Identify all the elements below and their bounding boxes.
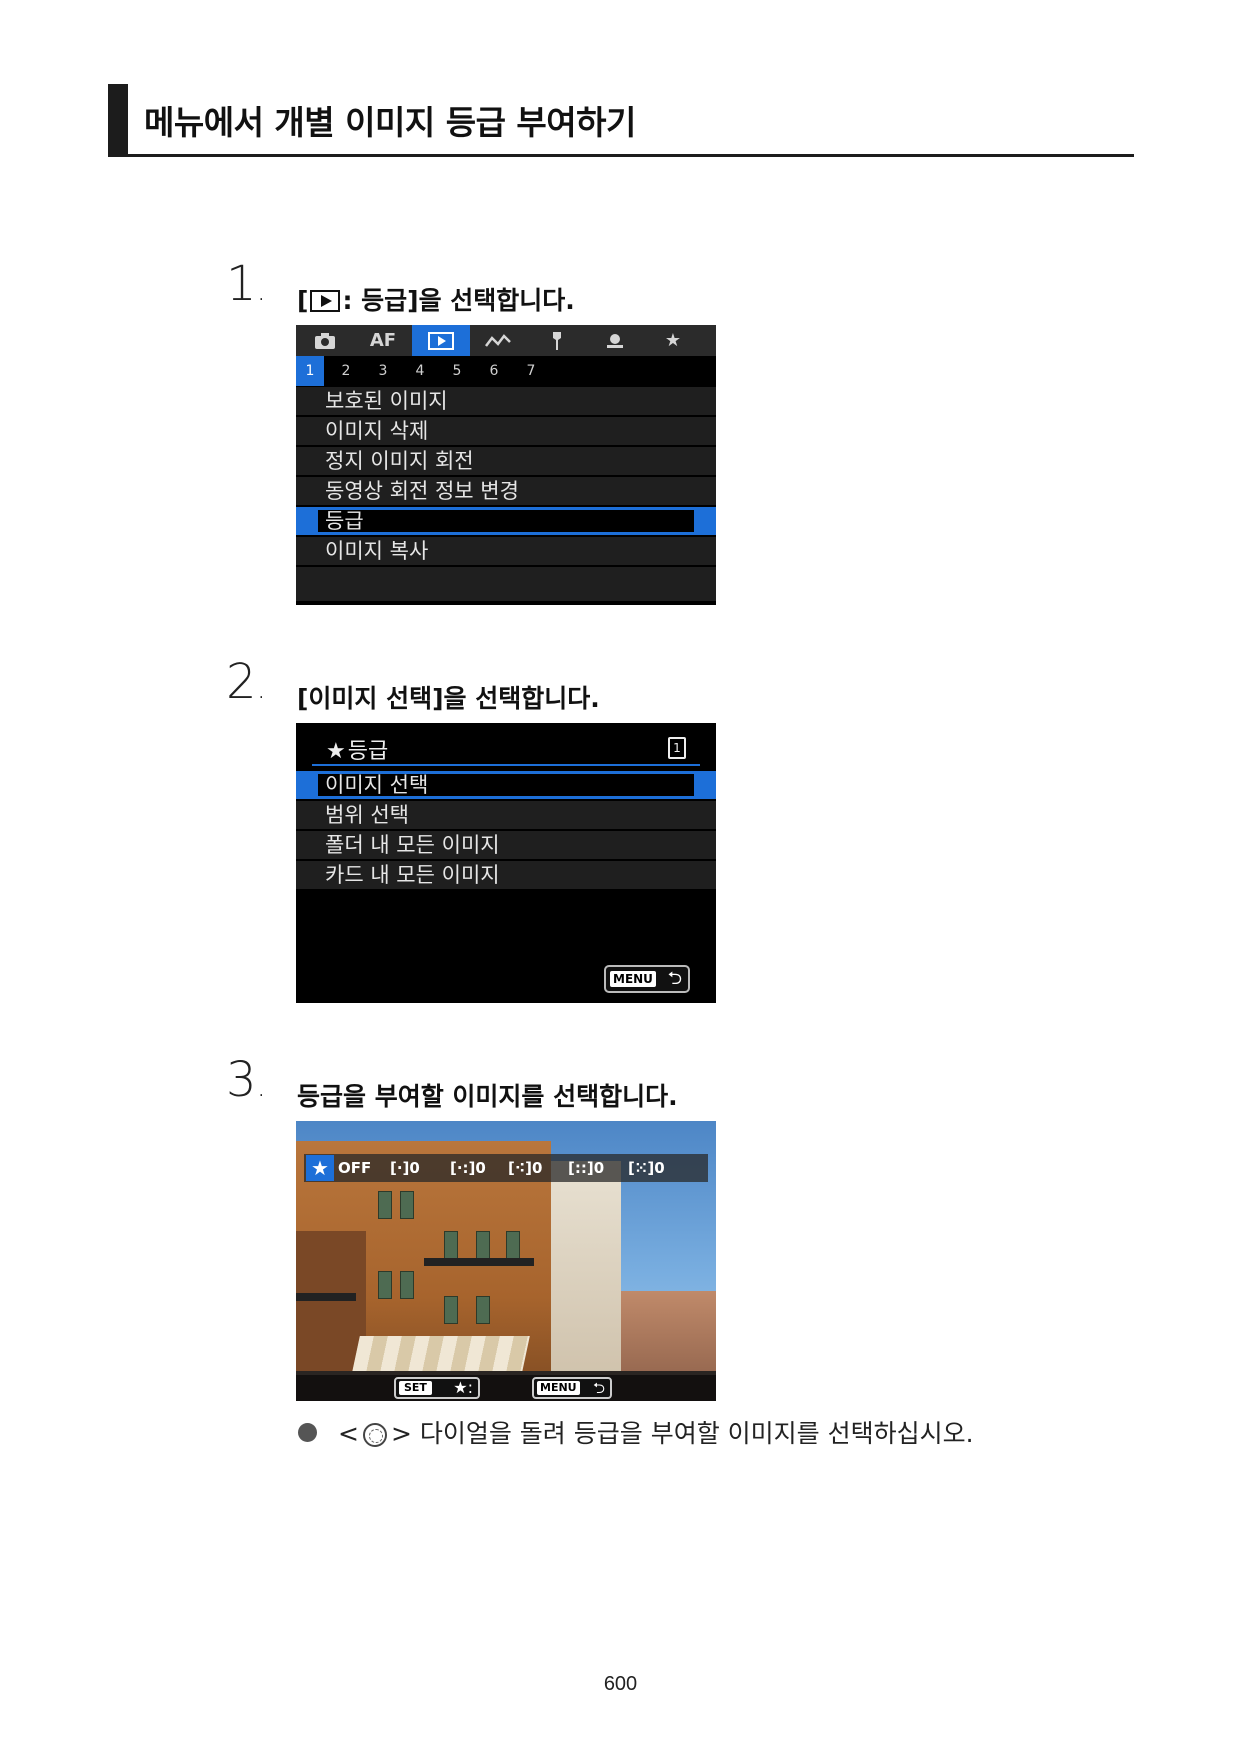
photo-window [378, 1271, 392, 1299]
photo-window [476, 1231, 490, 1259]
rating-star-icon[interactable]: ★ [306, 1155, 334, 1181]
step-2-number: 2. [226, 654, 267, 710]
camera-icon[interactable] [296, 325, 354, 356]
menu-item-erase[interactable]: 이미지 삭제 [296, 417, 716, 445]
option-select-image[interactable]: 이미지 선택 [296, 771, 716, 799]
photo-window [400, 1191, 414, 1219]
rating-menu-title: ★등급 [326, 739, 389, 764]
rating-5-count[interactable]: [⁙]0 [628, 1155, 665, 1181]
rating-4-count[interactable]: [::]0 [568, 1155, 604, 1181]
subtab-7[interactable]: 7 [517, 356, 545, 386]
subtab-5[interactable]: 5 [443, 356, 471, 386]
menu-item-copy[interactable]: 이미지 복사 [296, 537, 716, 565]
camera-menu-screen-2: ★등급 1 이미지 선택 범위 선택 폴더 내 모든 이미지 카드 내 모든 이… [296, 723, 716, 1003]
subtab-3[interactable]: 3 [369, 356, 397, 386]
wireless-icon[interactable] [586, 325, 644, 356]
return-icon: ⮌ [592, 1379, 605, 1397]
menu-item-protect[interactable]: 보호된 이미지 [296, 387, 716, 415]
custom-function-icon[interactable] [470, 325, 528, 356]
camera-playback-screen: ★ OFF [·]0 [·:]0 [⁖]0 [::]0 [⁙]0 SET ★: … [296, 1121, 716, 1401]
photo-balcony [424, 1258, 534, 1266]
subtab-6[interactable]: 6 [480, 356, 508, 386]
my-menu-star-icon[interactable]: ★ [644, 325, 702, 356]
bullet-instruction: < > 다이얼을 돌려 등급을 부여할 이미지를 선택하십시오. [338, 1419, 974, 1448]
photo-window [378, 1191, 392, 1219]
subtab-4[interactable]: 4 [406, 356, 434, 386]
photo-awning [352, 1336, 530, 1372]
photo-window [400, 1271, 414, 1299]
section-marker [108, 84, 128, 156]
set-button[interactable]: SET ★: [394, 1377, 480, 1399]
playback-tab-icon[interactable] [412, 325, 470, 356]
step-1-text: [: 등급]을 선택합니다. [297, 286, 575, 315]
section-rule [108, 154, 1134, 157]
tab-af[interactable]: AF [354, 325, 412, 356]
playback-icon [310, 290, 341, 312]
return-icon: ⮌ [667, 968, 682, 989]
subtab-1[interactable]: 1 [296, 356, 324, 386]
rating-2-count[interactable]: [·:]0 [450, 1155, 486, 1181]
option-select-range[interactable]: 범위 선택 [296, 801, 716, 829]
photo-balcony [296, 1293, 356, 1301]
photo-window [444, 1296, 458, 1324]
menu-tab-bar: AF ★ [296, 325, 716, 356]
rating-1-count[interactable]: [·]0 [390, 1155, 420, 1181]
menu-item-movie-rotate[interactable]: 동영상 회전 정보 변경 [296, 477, 716, 505]
title-divider [312, 764, 700, 766]
menu-item-empty [296, 567, 716, 601]
option-all-on-card[interactable]: 카드 내 모든 이미지 [296, 861, 716, 889]
step-1-number: 1. [226, 256, 267, 312]
option-all-in-folder[interactable]: 폴더 내 모든 이미지 [296, 831, 716, 859]
photo-window [476, 1296, 490, 1324]
section-title: 메뉴에서 개별 이미지 등급 부여하기 [144, 103, 636, 142]
star-adjust-icon: ★: [453, 1378, 473, 1397]
page-icon: 1 [668, 737, 686, 759]
photo-church-facade [551, 1161, 621, 1401]
camera-menu-screen-1: AF ★ 1 2 3 4 5 6 7 보호된 이미지 이미지 삭제 정지 이미지… [296, 325, 716, 605]
photo-window [444, 1231, 458, 1259]
rating-off[interactable]: OFF [338, 1155, 371, 1181]
subtab-2[interactable]: 2 [332, 356, 360, 386]
bullet-point [298, 1423, 317, 1442]
photo-window [506, 1231, 520, 1259]
setup-wrench-icon[interactable] [528, 325, 586, 356]
menu-item-rating[interactable]: 등급 [296, 507, 716, 535]
step-2-text: [이미지 선택]을 선택합니다. [297, 684, 600, 713]
menu-return-button[interactable]: MENU ⮌ [604, 965, 690, 993]
step-3-number: 3. [226, 1052, 267, 1108]
dial-icon [362, 1423, 387, 1447]
star-icon: ★ [326, 739, 346, 764]
menu-subtab-bar: 1 2 3 4 5 6 7 [296, 356, 716, 386]
step-3-text: 등급을 부여할 이미지를 선택합니다. [297, 1082, 678, 1111]
menu-item-rotate[interactable]: 정지 이미지 회전 [296, 447, 716, 475]
rating-3-count[interactable]: [⁖]0 [508, 1155, 542, 1181]
control-bar [296, 1375, 716, 1401]
page-number: 600 [603, 1673, 638, 1695]
menu-return-button[interactable]: MENU ⮌ [532, 1377, 612, 1399]
